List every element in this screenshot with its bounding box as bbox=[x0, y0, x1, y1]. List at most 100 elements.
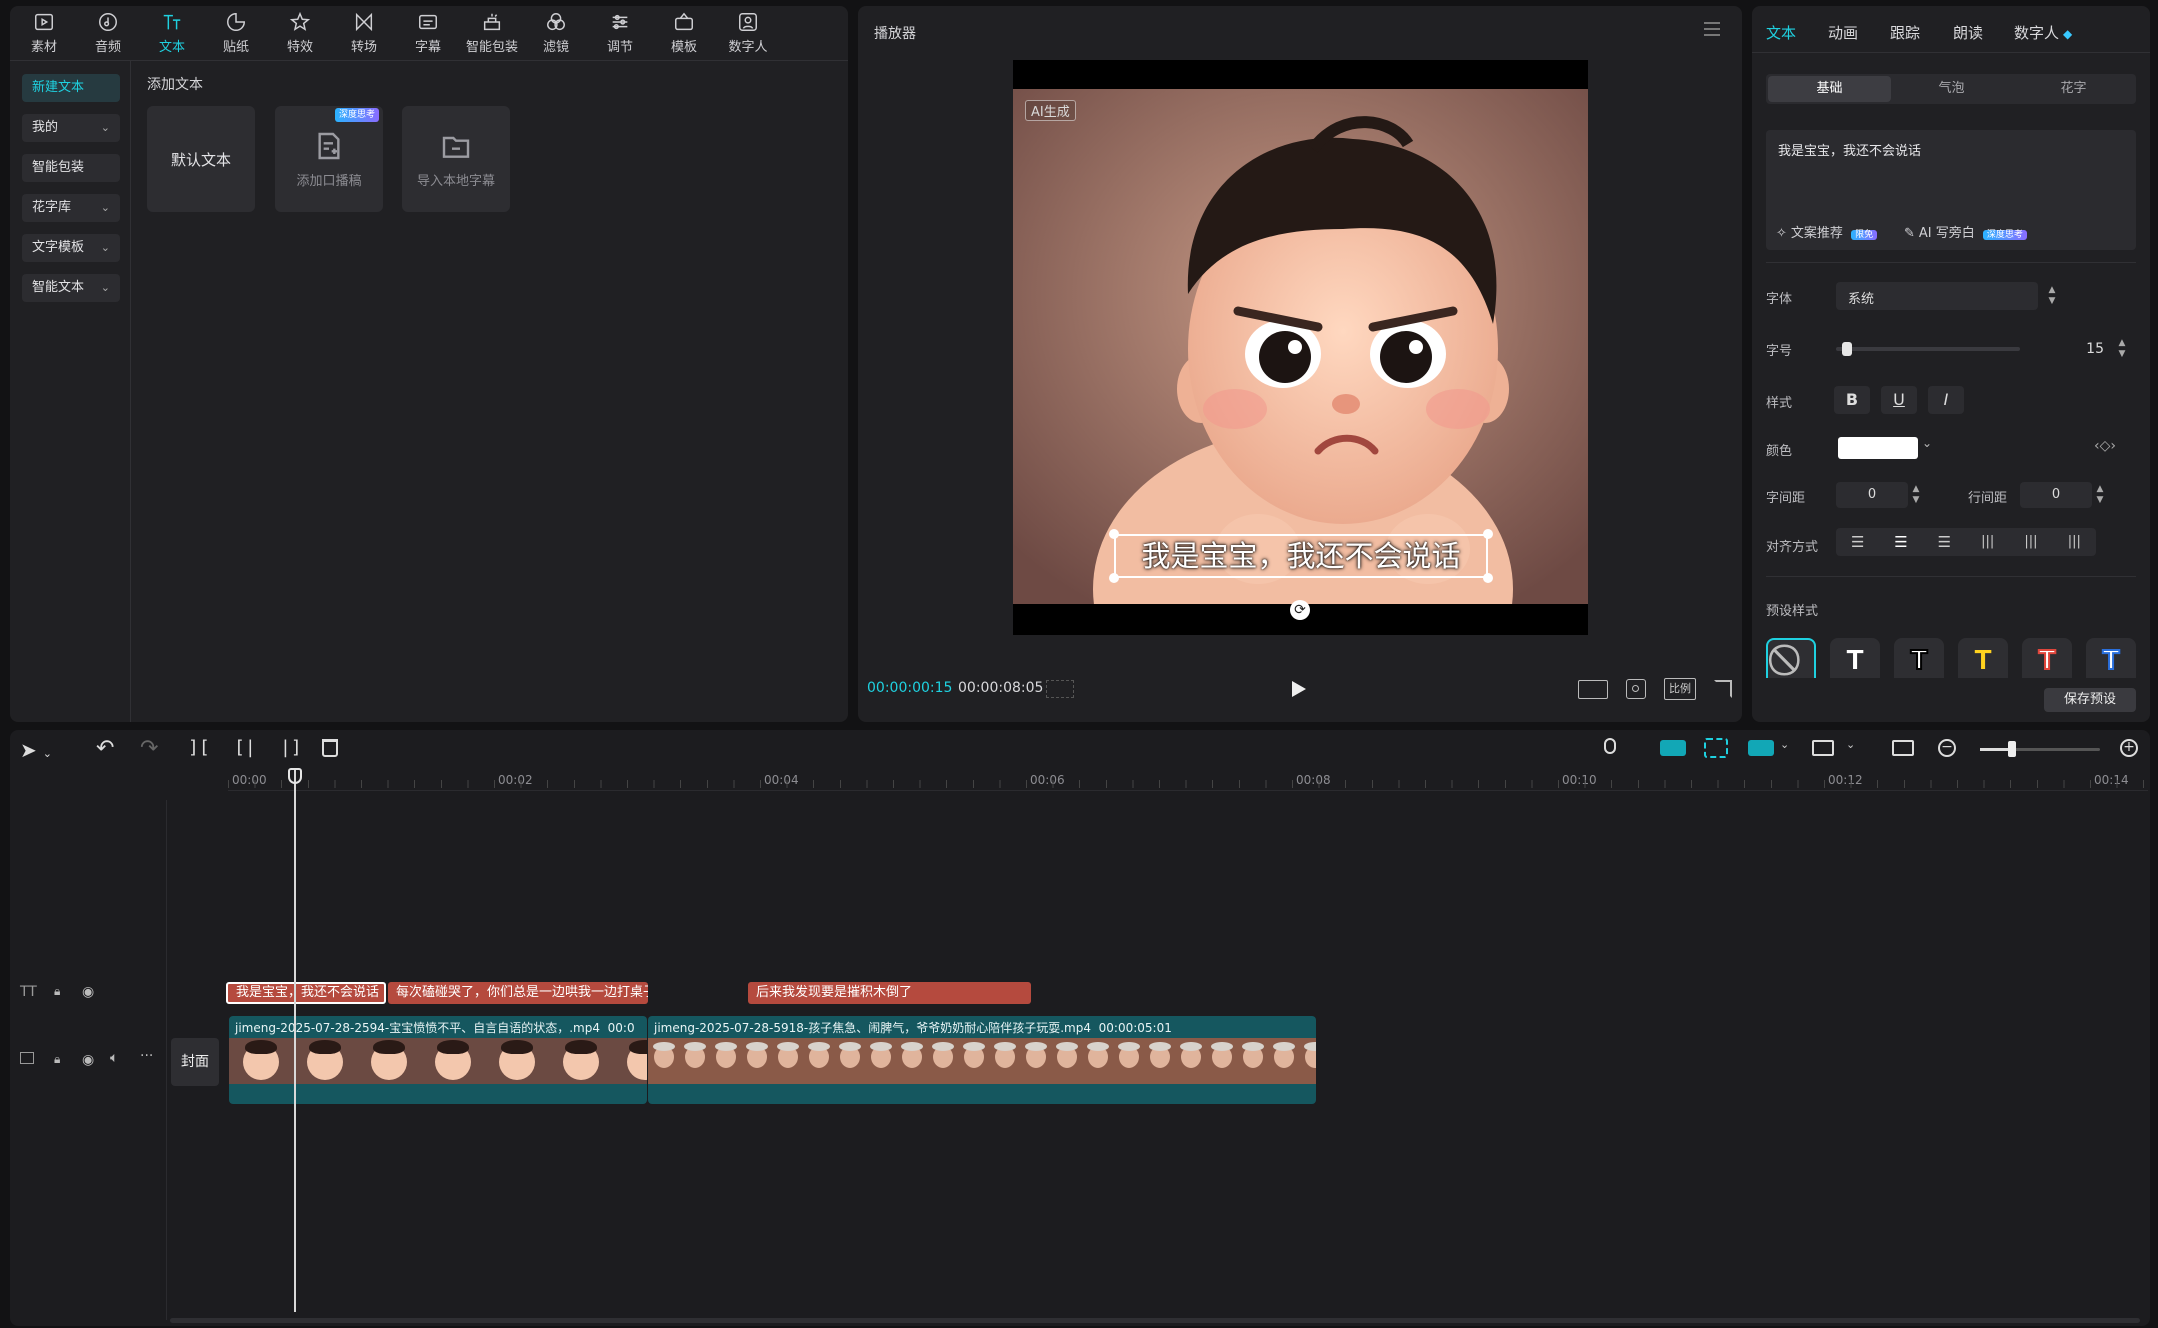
resize-handle[interactable] bbox=[1483, 573, 1493, 583]
select-tool-icon[interactable]: ➤ ⌄ bbox=[20, 738, 52, 762]
copy-suggest-button[interactable]: ✧ 文案推荐 限免 bbox=[1776, 222, 1878, 242]
playhead-handle[interactable] bbox=[288, 768, 302, 784]
tool-audio[interactable]: 音频 bbox=[76, 6, 140, 60]
undo-icon[interactable]: ↶ bbox=[96, 736, 114, 761]
timecode-grid-icon[interactable] bbox=[1046, 680, 1074, 698]
size-stepper[interactable]: ▲ ▼ bbox=[2114, 338, 2130, 362]
aspect-ratio-button[interactable]: 比例 bbox=[1664, 678, 1696, 700]
chevron-down-icon[interactable]: ⌄ bbox=[1922, 436, 1932, 450]
tool-digital-human[interactable]: 数字人 bbox=[716, 6, 780, 60]
tab-reading[interactable]: 朗读 bbox=[1953, 22, 1983, 43]
tool-smart-pack[interactable]: 智能包装 bbox=[460, 6, 524, 60]
fullscreen-icon[interactable] bbox=[1714, 680, 1732, 698]
cover-button[interactable]: 封面 bbox=[171, 1038, 219, 1086]
main-track-magnet-icon[interactable] bbox=[1660, 740, 1686, 756]
lock-icon[interactable]: 🔒︎ bbox=[54, 1052, 60, 1067]
linkage-icon[interactable] bbox=[1748, 740, 1774, 756]
sidebar-item-smart-pack[interactable]: 智能包装 bbox=[22, 154, 120, 182]
screenshot-icon[interactable] bbox=[1626, 679, 1646, 699]
volume-icon[interactable]: 🔈︎ bbox=[110, 1050, 118, 1066]
tool-sticker[interactable]: 贴纸 bbox=[204, 6, 268, 60]
playhead[interactable] bbox=[294, 770, 296, 1312]
subtab-basic[interactable]: 基础 bbox=[1768, 76, 1891, 102]
tab-tracking[interactable]: 跟踪 bbox=[1890, 22, 1920, 43]
tool-media[interactable]: 素材 bbox=[12, 6, 76, 60]
underline-button[interactable]: U bbox=[1881, 386, 1917, 414]
chevron-down-icon[interactable]: ⌄ bbox=[1780, 738, 1789, 751]
video-clip[interactable]: jimeng-2025-07-28-5918-孩子焦急、闹脾气，爷爷奶奶耐心陪伴… bbox=[648, 1016, 1316, 1104]
italic-button[interactable]: I bbox=[1928, 386, 1964, 414]
resize-handle[interactable] bbox=[1483, 529, 1493, 539]
tab-animation[interactable]: 动画 bbox=[1828, 22, 1858, 43]
align-vertical-bottom-icon[interactable]: ||| bbox=[2053, 528, 2096, 556]
tool-template[interactable]: 模板 bbox=[652, 6, 716, 60]
size-slider-thumb[interactable] bbox=[1841, 342, 1852, 356]
microphone-icon[interactable] bbox=[1604, 738, 1616, 754]
tool-filter[interactable]: 滤镜 bbox=[524, 6, 588, 60]
subtab-flower[interactable]: 花字 bbox=[2012, 74, 2135, 104]
horizontal-scrollbar[interactable] bbox=[170, 1318, 2140, 1323]
add-script-card[interactable]: 深度思考 添加口播稿 bbox=[275, 106, 383, 212]
preset-blue[interactable]: T bbox=[2086, 638, 2136, 678]
font-stepper[interactable]: ▲ ▼ bbox=[2044, 285, 2060, 309]
keyframe-icon[interactable]: ‹◇› bbox=[2094, 438, 2116, 454]
tool-adjust[interactable]: 调节 bbox=[588, 6, 652, 60]
delete-left-icon[interactable]: [| bbox=[234, 737, 256, 758]
sidebar-item-smart-text[interactable]: 智能文本 ⌄ bbox=[22, 274, 120, 302]
subtab-bubble[interactable]: 气泡 bbox=[1890, 74, 2013, 104]
tab-digital-human[interactable]: 数字人 ◆ bbox=[2014, 22, 2072, 43]
sidebar-item-new-text[interactable]: 新建文本 bbox=[22, 74, 120, 102]
size-input[interactable]: 15 bbox=[2044, 335, 2114, 363]
text-clip[interactable]: 每次磕碰哭了，你们总是一边哄我一边打桌子 bbox=[388, 982, 648, 1004]
save-preset-button[interactable]: 保存预设 bbox=[2044, 688, 2136, 712]
line-spacing-input[interactable]: 0 bbox=[2020, 482, 2092, 508]
preview-axis-icon[interactable] bbox=[1812, 740, 1834, 756]
align-right-icon[interactable]: ☰ bbox=[1923, 528, 1966, 556]
zoom-slider[interactable] bbox=[1980, 741, 2100, 757]
trash-icon[interactable] bbox=[322, 739, 338, 757]
letter-spacing-input[interactable]: 0 bbox=[1836, 482, 1908, 508]
tab-text[interactable]: 文本 bbox=[1766, 22, 1796, 43]
preset-red-outline[interactable]: T bbox=[2022, 638, 2072, 678]
align-vertical-middle-icon[interactable]: ||| bbox=[2009, 528, 2052, 556]
preset-yellow[interactable]: T bbox=[1958, 638, 2008, 678]
play-button[interactable] bbox=[1292, 681, 1306, 697]
sidebar-item-text-template[interactable]: 文字模板 ⌄ bbox=[22, 234, 120, 262]
line-spacing-stepper[interactable]: ▲ ▼ bbox=[2092, 484, 2108, 508]
align-center-icon[interactable]: ☰ bbox=[1879, 528, 1922, 556]
auto-snap-icon[interactable] bbox=[1704, 738, 1728, 758]
zoom-out-icon[interactable]: − bbox=[1938, 739, 1956, 757]
zoom-in-icon[interactable]: + bbox=[2120, 739, 2138, 757]
fit-timeline-icon[interactable] bbox=[1892, 740, 1914, 756]
resize-handle[interactable] bbox=[1109, 573, 1119, 583]
rotate-handle-icon[interactable]: ⟳ bbox=[1290, 600, 1310, 620]
letter-spacing-stepper[interactable]: ▲ ▼ bbox=[1908, 484, 1924, 508]
preset-outline[interactable]: T bbox=[1894, 638, 1944, 678]
more-icon[interactable]: ··· bbox=[140, 1048, 153, 1064]
font-select[interactable]: 系统 bbox=[1836, 282, 2038, 310]
video-clip[interactable]: jimeng-2025-07-28-2594-宝宝愤愤不平、自言自语的状态，.m… bbox=[229, 1016, 647, 1104]
preset-white[interactable]: T bbox=[1830, 638, 1880, 678]
eye-icon[interactable]: ◉ bbox=[82, 984, 94, 1000]
ai-write-button[interactable]: ✎ AI 写旁白 深度思考 bbox=[1904, 222, 2027, 242]
tool-text[interactable]: 文本 bbox=[140, 6, 204, 60]
color-swatch[interactable] bbox=[1838, 437, 1918, 459]
zoom-slider-thumb[interactable] bbox=[2008, 741, 2017, 757]
tool-effects[interactable]: 特效 bbox=[268, 6, 332, 60]
import-subtitle-card[interactable]: 导入本地字幕 bbox=[402, 106, 510, 212]
text-clip[interactable]: 后来我发现要是摧积木倒了 bbox=[748, 982, 1031, 1004]
bold-button[interactable]: B bbox=[1834, 386, 1870, 414]
align-left-icon[interactable]: ☰ bbox=[1836, 528, 1879, 556]
player-menu-icon[interactable] bbox=[1704, 22, 1720, 36]
chevron-down-icon[interactable]: ⌄ bbox=[1846, 738, 1855, 751]
delete-right-icon[interactable]: |] bbox=[280, 737, 302, 758]
lock-icon[interactable]: 🔒︎ bbox=[54, 984, 60, 999]
default-text-card[interactable]: 默认文本 bbox=[147, 106, 255, 212]
redo-icon[interactable]: ↷ bbox=[140, 736, 158, 761]
split-icon[interactable]: ][ bbox=[188, 737, 210, 758]
tool-transition[interactable]: 转场 bbox=[332, 6, 396, 60]
size-slider[interactable] bbox=[1836, 342, 2020, 356]
preset-none[interactable]: ⃠ bbox=[1766, 638, 1816, 678]
eye-icon[interactable]: ◉ bbox=[82, 1052, 94, 1068]
sidebar-item-flower-text[interactable]: 花字库 ⌄ bbox=[22, 194, 120, 222]
